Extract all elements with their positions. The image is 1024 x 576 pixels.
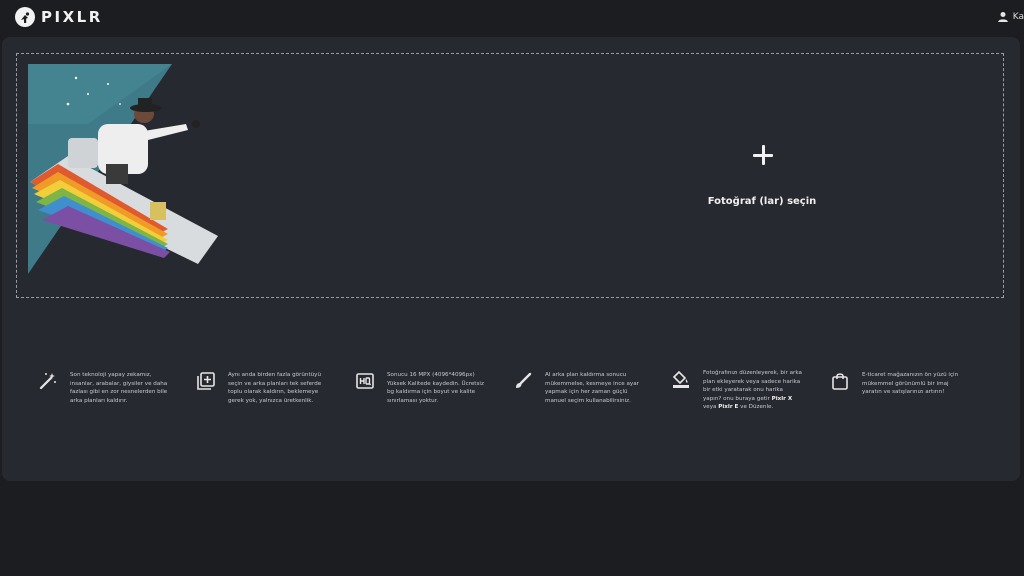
paint-bucket-icon bbox=[672, 370, 689, 388]
logo-text: PIXLR bbox=[41, 8, 103, 26]
feature-item-ecommerce: E-ticaret mağazanızın ön yüzü için mükem… bbox=[830, 371, 980, 397]
hero-image bbox=[28, 64, 218, 274]
pixlr-e-link[interactable]: Pixlr E bbox=[718, 404, 738, 410]
feature-text: E-ticaret mağazanızın ön yüzü için mükem… bbox=[862, 372, 959, 396]
feature-item-ai-removal: Son teknoloji yapay zekamız, insanlar, a… bbox=[38, 371, 178, 405]
feature-text: Aynı anda birden fazla görüntüyü seçin v… bbox=[228, 372, 322, 404]
add-photo-plus-icon[interactable] bbox=[751, 143, 775, 167]
batch-add-icon bbox=[197, 372, 215, 390]
feature-item-edit: Fotoğrafınızı düzenleyerek, bir arka pla… bbox=[671, 369, 811, 412]
user-menu[interactable]: Ka bbox=[997, 11, 1024, 23]
feature-text: AI arka plan kaldırma sonucu mükemmelse,… bbox=[545, 372, 639, 404]
select-photos-label[interactable]: Fotoğraf (lar) seçin bbox=[657, 196, 867, 207]
feature-item-manual: AI arka plan kaldırma sonucu mükemmelse,… bbox=[513, 371, 653, 405]
photo-dropzone[interactable]: Fotoğraf (lar) seçin bbox=[16, 53, 1004, 298]
user-label: Ka bbox=[1012, 12, 1024, 22]
shopping-bag-icon bbox=[832, 373, 848, 390]
feature-text: Fotoğrafınızı düzenleyerek, bir arka pla… bbox=[703, 370, 802, 411]
hq-icon bbox=[356, 373, 374, 389]
pixlr-x-link[interactable]: Pixlr X bbox=[772, 396, 793, 402]
user-icon bbox=[997, 12, 1008, 22]
pixlr-logo-icon bbox=[15, 7, 35, 27]
top-bar: PIXLR Ka bbox=[0, 0, 1024, 34]
brush-icon bbox=[516, 372, 532, 388]
feature-item-batch: Aynı anda birden fazla görüntüyü seçin v… bbox=[196, 371, 336, 405]
feature-item-hq: Sonucu 16 MPX (4096*4096px) Yüksek Kalit… bbox=[355, 371, 495, 405]
feature-text: Sonucu 16 MPX (4096*4096px) Yüksek Kalit… bbox=[387, 372, 484, 404]
pixlr-logo[interactable]: PIXLR bbox=[15, 7, 103, 27]
feature-text: Son teknoloji yapay zekamız, insanlar, a… bbox=[70, 372, 168, 404]
magic-wand-icon bbox=[39, 373, 56, 390]
